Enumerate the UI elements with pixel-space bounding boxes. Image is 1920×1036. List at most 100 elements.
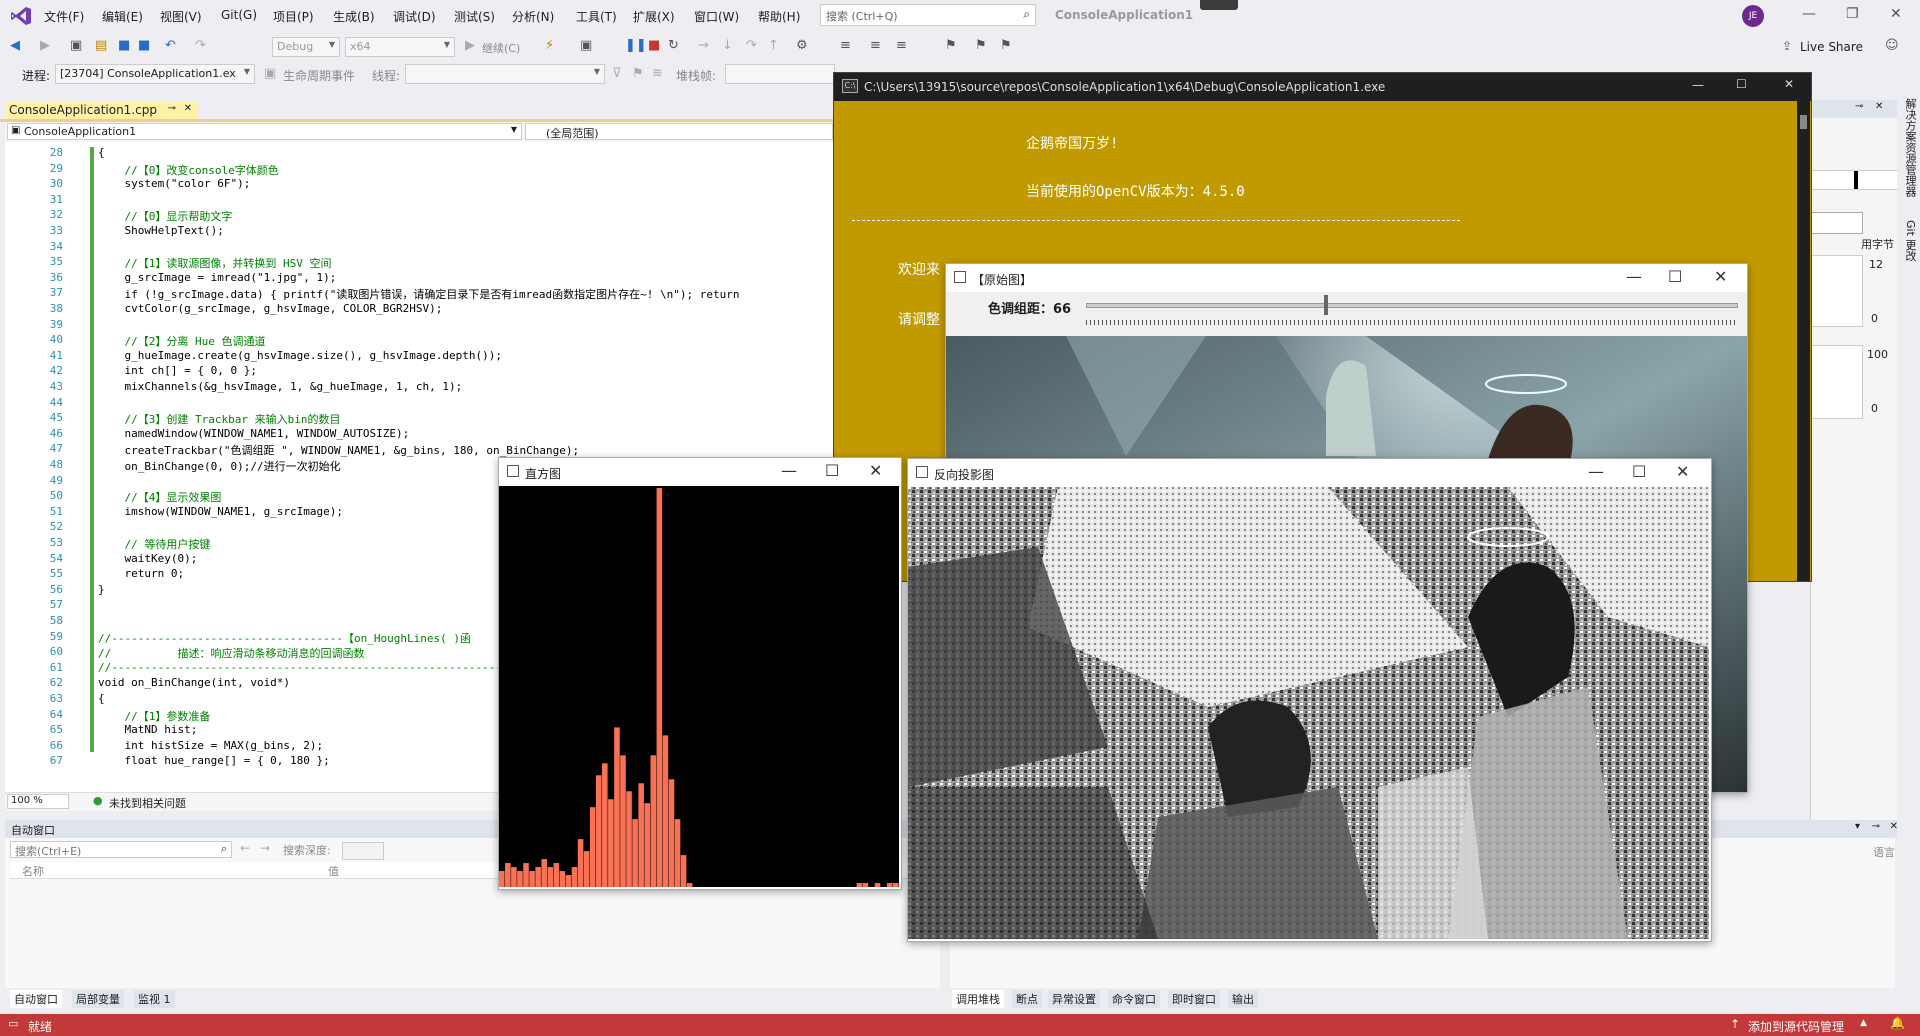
platform-select[interactable]: x64 ▼: [345, 37, 455, 57]
property-input[interactable]: [1811, 212, 1863, 234]
maximize-icon[interactable]: ☐: [1632, 462, 1646, 481]
histogram-window[interactable]: 直方图 — ☐ ✕: [498, 457, 902, 890]
restart-icon[interactable]: ↻: [668, 38, 679, 53]
pin-icon[interactable]: ⊸: [1855, 101, 1863, 112]
play-icon[interactable]: ▶: [465, 38, 475, 53]
live-share-icon[interactable]: ⇪: [1782, 39, 1792, 53]
close-icon[interactable]: ✕: [1890, 6, 1902, 22]
minimize-icon[interactable]: —: [1692, 78, 1704, 92]
live-share-button[interactable]: Live Share: [1800, 40, 1863, 54]
console-scroll-thumb[interactable]: [1800, 115, 1807, 129]
back-icon[interactable]: ←: [240, 841, 250, 855]
close-icon[interactable]: ✕: [1784, 77, 1794, 91]
outdent-icon[interactable]: ≡: [896, 38, 907, 53]
trackbar-track[interactable]: [1086, 303, 1738, 308]
tab-bottom-left[interactable]: 自动窗口: [10, 990, 62, 1008]
new-project-icon[interactable]: ▣: [70, 38, 82, 53]
menu-item[interactable]: 视图(V): [160, 8, 202, 25]
step-over-icon[interactable]: ↷: [746, 38, 757, 53]
flag-icon[interactable]: ⚑: [632, 66, 644, 81]
configuration-select[interactable]: Debug ▼: [272, 37, 340, 57]
step-into-icon[interactable]: ↓: [722, 38, 733, 53]
menu-item[interactable]: 测试(S): [454, 8, 495, 25]
pin-icon[interactable]: ⊸: [168, 103, 176, 114]
lifecycle-events-button[interactable]: 生命周期事件: [283, 67, 355, 84]
show-next-statement-icon[interactable]: →: [698, 38, 709, 53]
avatar[interactable]: JE: [1742, 5, 1764, 27]
process-select[interactable]: [23704] ConsoleApplication1.ex ▼: [55, 64, 255, 84]
pane-dropdown-icon[interactable]: ▾: [1855, 821, 1860, 832]
lifecycle-icon[interactable]: ▣: [264, 66, 276, 81]
project-scope-select[interactable]: ▣ ConsoleApplication1 ▼: [7, 123, 522, 140]
trackbar-thumb[interactable]: [1324, 295, 1329, 315]
maximize-icon[interactable]: ☐: [1668, 267, 1682, 286]
menu-item[interactable]: 文件(F): [44, 8, 84, 25]
prev-bookmark-icon[interactable]: ⚑: [1000, 38, 1012, 53]
pause-icon[interactable]: ❚❚: [625, 38, 647, 53]
maximize-icon[interactable]: ☐: [1736, 77, 1747, 91]
maximize-icon[interactable]: ☐: [825, 461, 839, 480]
close-icon[interactable]: ✕: [1676, 462, 1689, 481]
diagnostics-icon[interactable]: ⚙: [796, 38, 808, 53]
tab-bottom-right[interactable]: 即时窗口: [1168, 990, 1220, 1008]
stop-icon[interactable]: ■: [648, 38, 660, 53]
property-slider[interactable]: [1811, 170, 1900, 190]
forward-icon[interactable]: ▶: [40, 38, 50, 53]
tab-bottom-left[interactable]: 监视 1: [134, 990, 175, 1008]
add-to-source-control-button[interactable]: 添加到源代码管理: [1748, 1018, 1844, 1035]
menu-item[interactable]: 工具(T): [576, 8, 617, 25]
tab-consoleapplication1-cpp[interactable]: ConsoleApplication1.cpp ⊸ ✕: [5, 101, 198, 120]
forward-icon[interactable]: →: [260, 841, 270, 855]
auto-search-input[interactable]: 搜索(Ctrl+E) ⌕: [10, 841, 232, 858]
close-icon[interactable]: ✕: [1875, 101, 1883, 112]
back-icon[interactable]: ◀: [10, 38, 20, 53]
tab-bottom-left[interactable]: 局部变量: [72, 990, 124, 1008]
console-scrollbar[interactable]: [1797, 101, 1810, 581]
tab-bottom-right[interactable]: 异常设置: [1048, 990, 1100, 1008]
minimize-icon[interactable]: —: [781, 461, 797, 480]
menu-item[interactable]: Git(G): [221, 8, 257, 22]
debug-toolbar-handle[interactable]: [1200, 0, 1238, 10]
menu-item[interactable]: 调试(D): [393, 8, 436, 25]
close-icon[interactable]: ✕: [1714, 267, 1727, 286]
search-depth-select[interactable]: [342, 842, 384, 860]
indent-icon[interactable]: ≡: [870, 38, 881, 53]
zoom-select[interactable]: 100 %: [7, 794, 69, 809]
member-scope-select[interactable]: (全局范围): [525, 123, 833, 140]
pin-icon[interactable]: ⊸: [1872, 821, 1880, 832]
slider-thumb[interactable]: [1854, 171, 1858, 189]
git-changes-tab[interactable]: Git 更改: [1902, 220, 1918, 261]
feedback-icon[interactable]: ☺: [1885, 38, 1899, 53]
save-all-icon[interactable]: ■: [138, 38, 150, 53]
menu-item[interactable]: 编辑(E): [102, 8, 143, 25]
tab-bottom-right[interactable]: 断点: [1012, 990, 1042, 1008]
maximize-icon[interactable]: ❐: [1846, 6, 1859, 22]
save-icon[interactable]: ■: [118, 38, 130, 53]
next-bookmark-icon[interactable]: ⚑: [975, 38, 987, 53]
notifications-icon[interactable]: 🔔: [1890, 1016, 1905, 1030]
comment-icon[interactable]: ≡: [840, 38, 851, 53]
close-tab-icon[interactable]: ✕: [184, 103, 192, 114]
continue-button[interactable]: 继续(C): [482, 40, 520, 56]
close-icon[interactable]: ✕: [869, 461, 882, 480]
search-input[interactable]: 搜索 (Ctrl+Q) ⌕: [820, 4, 1036, 26]
menu-item[interactable]: 项目(P): [273, 8, 314, 25]
thread-select[interactable]: ▼: [405, 64, 605, 84]
menu-item[interactable]: 扩展(X): [633, 8, 675, 25]
menu-item[interactable]: 分析(N): [512, 8, 554, 25]
open-folder-icon[interactable]: ▤: [95, 38, 107, 53]
redo-icon[interactable]: ↷: [195, 38, 206, 53]
tab-bottom-right[interactable]: 命令窗口: [1108, 990, 1160, 1008]
tab-bottom-right[interactable]: 输出: [1228, 990, 1258, 1008]
stackframe-select[interactable]: [725, 64, 835, 84]
tab-bottom-right[interactable]: 调用堆栈: [952, 990, 1004, 1008]
screenshot-icon[interactable]: ▣: [580, 38, 592, 53]
menu-item[interactable]: 窗口(W): [694, 8, 739, 25]
minimize-icon[interactable]: —: [1588, 462, 1604, 481]
filter-icon[interactable]: ⊽: [612, 66, 622, 81]
solution-explorer-tab[interactable]: 解决方案资源管理器: [1902, 98, 1918, 197]
bookmark-icon[interactable]: ⚑: [945, 38, 957, 53]
undo-icon[interactable]: ↶: [165, 38, 176, 53]
threads-icon[interactable]: ≋: [652, 66, 663, 81]
minimize-icon[interactable]: —: [1802, 6, 1816, 22]
